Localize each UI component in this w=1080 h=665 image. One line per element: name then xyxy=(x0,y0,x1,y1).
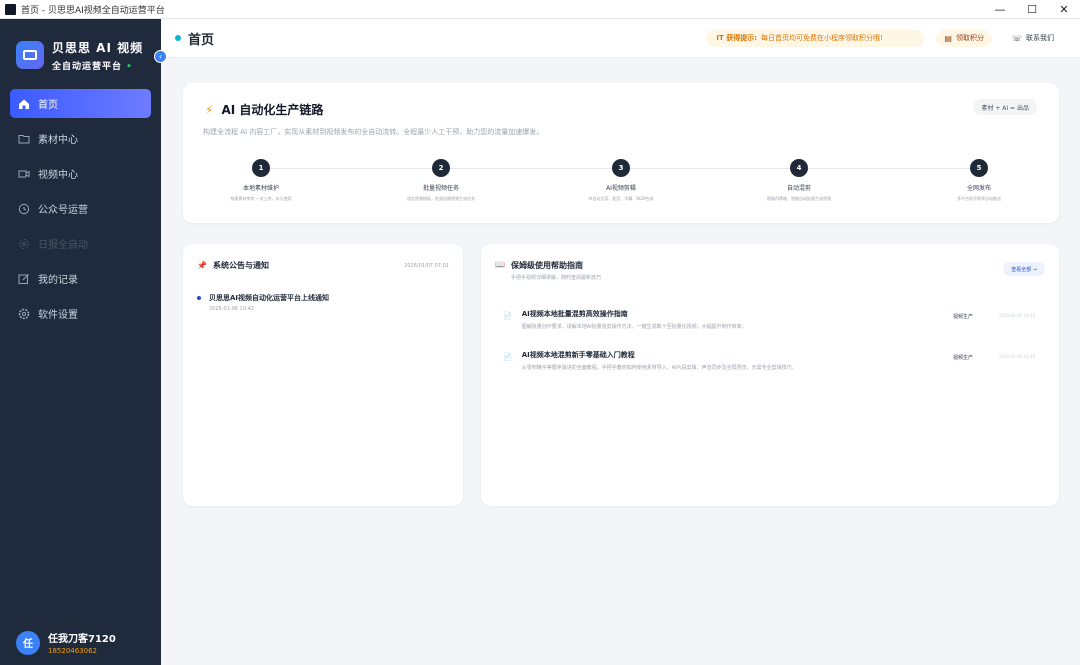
title-dot xyxy=(175,35,181,41)
home-icon xyxy=(18,98,30,110)
step-2: 2 批量视频任务 选定视频模板，批量创建视频生成任务 xyxy=(381,159,501,202)
notice-title: 系统公告与通知 xyxy=(212,261,269,270)
brand: 贝思思 AI 视频 全自动运营平台 • xyxy=(0,19,161,75)
user-name: 任我刀客7120 xyxy=(48,634,116,645)
sidebar-nav: 首页 素材中心 视频中心 公众号运营 日报全自动 我的记录 软件设置 xyxy=(0,89,161,328)
edit-icon xyxy=(18,273,30,285)
step-number: 1 xyxy=(252,159,270,177)
article-description: 从零到精手等循序渐进的全面教程，手把手教你如何使用素材导入、AI片段剪辑、声音同… xyxy=(521,365,797,371)
user-phone: 18520463062 xyxy=(48,647,97,655)
step-3: 3 AI视频剪辑 AI自动文案、配音、字幕、BGM合成 xyxy=(561,159,681,202)
notice-item-title: 贝思思AI视频自动化运营平台上线通知 xyxy=(209,294,330,302)
window-controls: — ☐ ✕ xyxy=(984,0,1080,19)
lightning-icon: ⚡ xyxy=(205,102,214,117)
step-title: 全网发布 xyxy=(966,185,991,192)
pin-icon: 📌 xyxy=(197,261,207,270)
article-date: 2026-01-06 10:38 xyxy=(998,354,1035,359)
help-guide-card: 📖 保姆级使用帮助指南 手把手视频详细讲解，随时查阅最新技巧 查看全部 → 📄 … xyxy=(481,244,1059,506)
step-title: 批量视频任务 xyxy=(422,185,459,192)
claim-points-button[interactable]: ▤ 领取积分 xyxy=(936,29,992,47)
sidebar-item-label: 素材中心 xyxy=(38,135,78,146)
guide-title: 保姆级使用帮助指南 xyxy=(510,261,583,270)
sidebar-item-settings[interactable]: 软件设置 xyxy=(10,299,151,328)
chain-steps: 1 本地素材维护 构建素材库房 一次上传，永久使用 2 批量视频任务 选定视频模… xyxy=(183,159,1059,209)
gear-icon xyxy=(18,308,30,320)
step-description: 构建素材库房 一次上传，永久使用 xyxy=(230,196,292,201)
step-title: 本地素材维护 xyxy=(242,185,279,192)
guide-article[interactable]: 📄 AI视频本地批量混剪高效操作指南 图解批量创作要求，讲解本地AI批量混剪操作… xyxy=(481,309,1059,330)
contact-us-button[interactable]: ☏ 联系我们 xyxy=(1004,30,1062,47)
sidebar-collapse-button[interactable]: ‹ xyxy=(154,50,167,63)
sidebar-item-daily-auto[interactable]: 日报全自动 xyxy=(10,229,151,258)
step-5: 5 全网发布 多平台账号矩阵自动推送 xyxy=(919,159,1039,202)
tip-banner: IT 获得提示: 每日首页均可免费在小程序领取积分哦! xyxy=(706,29,925,47)
automation-chain-card: ⚡ AI 自动化生产链路 素材 + AI = 出品 构建全流程 AI 内容工厂，… xyxy=(183,83,1059,223)
sidebar-item-label: 首页 xyxy=(38,100,58,111)
app-icon xyxy=(5,3,16,15)
sidebar-item-label: 公众号运营 xyxy=(38,205,88,216)
guide-article[interactable]: 📄 AI视频本地混剪新手零基础入门教程 从零到精手等循序渐进的全面教程，手把手教… xyxy=(481,350,1059,371)
sidebar-item-label: 日报全自动 xyxy=(38,240,88,251)
sidebar-item-label: 软件设置 xyxy=(38,310,78,321)
sidebar: 贝思思 AI 视频 全自动运营平台 • 首页 素材中心 视频中心 公众号运营 日… xyxy=(0,19,161,665)
view-all-button[interactable]: 查看全部 → xyxy=(1003,262,1045,276)
article-description: 图解批量创作要求，讲解本地AI批量混剪操作方法，一键生成数十至批量化视频，大幅提… xyxy=(521,324,747,330)
window-title: 首页 - 贝思思AI视频全自动运营平台 xyxy=(21,5,165,16)
video-icon xyxy=(18,168,30,180)
book-icon: 📖 xyxy=(495,260,505,269)
step-description: 多平台账号矩阵自动推送 xyxy=(957,196,1001,201)
tip-label: IT 获得提示: xyxy=(716,34,758,42)
points-icon: ▤ xyxy=(944,33,952,43)
clock-icon xyxy=(18,203,30,215)
chain-tag: 素材 + AI = 出品 xyxy=(973,99,1037,115)
step-description: 选定视频模板，批量创建视频生成任务 xyxy=(407,196,475,201)
article-category: 视频生产 xyxy=(952,355,973,361)
article-date: 2026-01-06 10:48 xyxy=(998,313,1035,318)
sidebar-item-home[interactable]: 首页 xyxy=(10,89,151,118)
article-category: 视频生产 xyxy=(952,314,973,320)
step-1: 1 本地素材维护 构建素材库房 一次上传，永久使用 xyxy=(201,159,321,202)
monitor-icon xyxy=(16,41,44,69)
sidebar-item-official-account[interactable]: 公众号运营 xyxy=(10,194,151,223)
brand-title: 贝思思 AI 视频 xyxy=(52,40,144,55)
sidebar-item-label: 视频中心 xyxy=(38,170,78,181)
step-number: 4 xyxy=(790,159,808,177)
phone-icon: ☏ xyxy=(1011,33,1022,43)
maximize-button[interactable]: ☐ xyxy=(1016,0,1048,19)
step-number: 5 xyxy=(970,159,988,177)
brand-subtitle: 全自动运营平台 • xyxy=(52,61,133,72)
chain-description: 构建全流程 AI 内容工厂，实现从素材到视频发布的全自动流转。全程最少人工干预，… xyxy=(203,128,544,136)
close-button[interactable]: ✕ xyxy=(1048,0,1080,19)
chain-title: AI 自动化生产链路 xyxy=(221,103,324,117)
step-title: AI视频剪辑 xyxy=(606,185,636,192)
step-description: 根据AI策略，智能自动批量生成视频 xyxy=(767,196,831,201)
sidebar-item-label: 我的记录 xyxy=(38,275,78,286)
notice-date: 2026/01/07 07:01 xyxy=(404,262,449,269)
step-number: 2 xyxy=(432,159,450,177)
system-notice-card: 📌 系统公告与通知 2026/01/07 07:01 贝思思AI视频自动化运营平… xyxy=(183,244,463,506)
sidebar-item-records[interactable]: 我的记录 xyxy=(10,264,151,293)
document-icon: 📄 xyxy=(503,312,512,320)
folder-icon xyxy=(18,133,30,145)
guide-subtitle: 手把手视频详细讲解，随时查阅最新技巧 xyxy=(510,275,601,281)
document-icon: 📄 xyxy=(503,353,512,361)
page-header: 首页 IT 获得提示: 每日首页均可免费在小程序领取积分哦! ▤ 领取积分 ☏ … xyxy=(161,19,1080,58)
minimize-button[interactable]: — xyxy=(984,0,1016,19)
step-number: 3 xyxy=(612,159,630,177)
tip-text: 每日首页均可免费在小程序领取积分哦! xyxy=(761,34,883,42)
avatar: 任 xyxy=(16,630,40,655)
sidebar-item-materials[interactable]: 素材中心 xyxy=(10,124,151,153)
notice-item[interactable]: 贝思思AI视频自动化运营平台上线通知 2026-01-06 10:42 xyxy=(183,271,463,312)
step-4: 4 自动混剪 根据AI策略，智能自动批量生成视频 xyxy=(739,159,859,202)
notice-item-date: 2026-01-06 10:42 xyxy=(209,306,255,312)
step-title: 自动混剪 xyxy=(786,185,811,192)
window-titlebar: 首页 - 贝思思AI视频全自动运营平台 — ☐ ✕ xyxy=(0,0,1080,19)
sidebar-item-videos[interactable]: 视频中心 xyxy=(10,159,151,188)
notice-bullet xyxy=(197,296,201,300)
page-title: 首页 xyxy=(175,29,214,48)
status-dot: • xyxy=(126,61,133,72)
user-profile[interactable]: 任 任我刀客7120 18520463062 xyxy=(16,630,116,655)
step-description: AI自动文案、配音、字幕、BGM合成 xyxy=(588,196,654,201)
settings-icon xyxy=(18,238,30,250)
